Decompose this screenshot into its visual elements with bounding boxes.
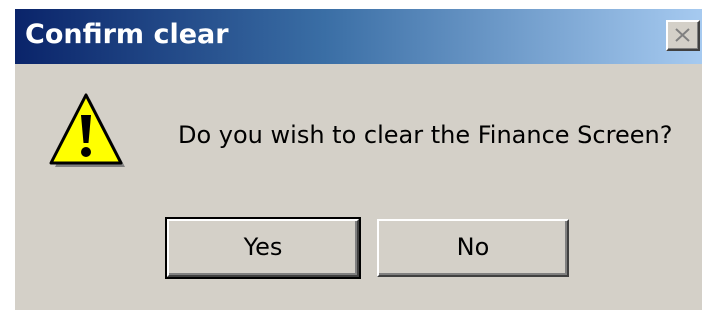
confirm-dialog: Confirm clear Do you wish to clear the F… [14, 8, 702, 310]
title-bar[interactable]: Confirm clear [15, 9, 702, 64]
warning-icon [49, 93, 125, 167]
no-button[interactable]: No [377, 219, 569, 277]
close-icon [675, 28, 690, 42]
yes-button[interactable]: Yes [165, 217, 361, 279]
dialog-message: Do you wish to clear the Finance Screen? [178, 121, 673, 149]
close-button[interactable] [666, 20, 700, 51]
dialog-title: Confirm clear [25, 19, 229, 50]
